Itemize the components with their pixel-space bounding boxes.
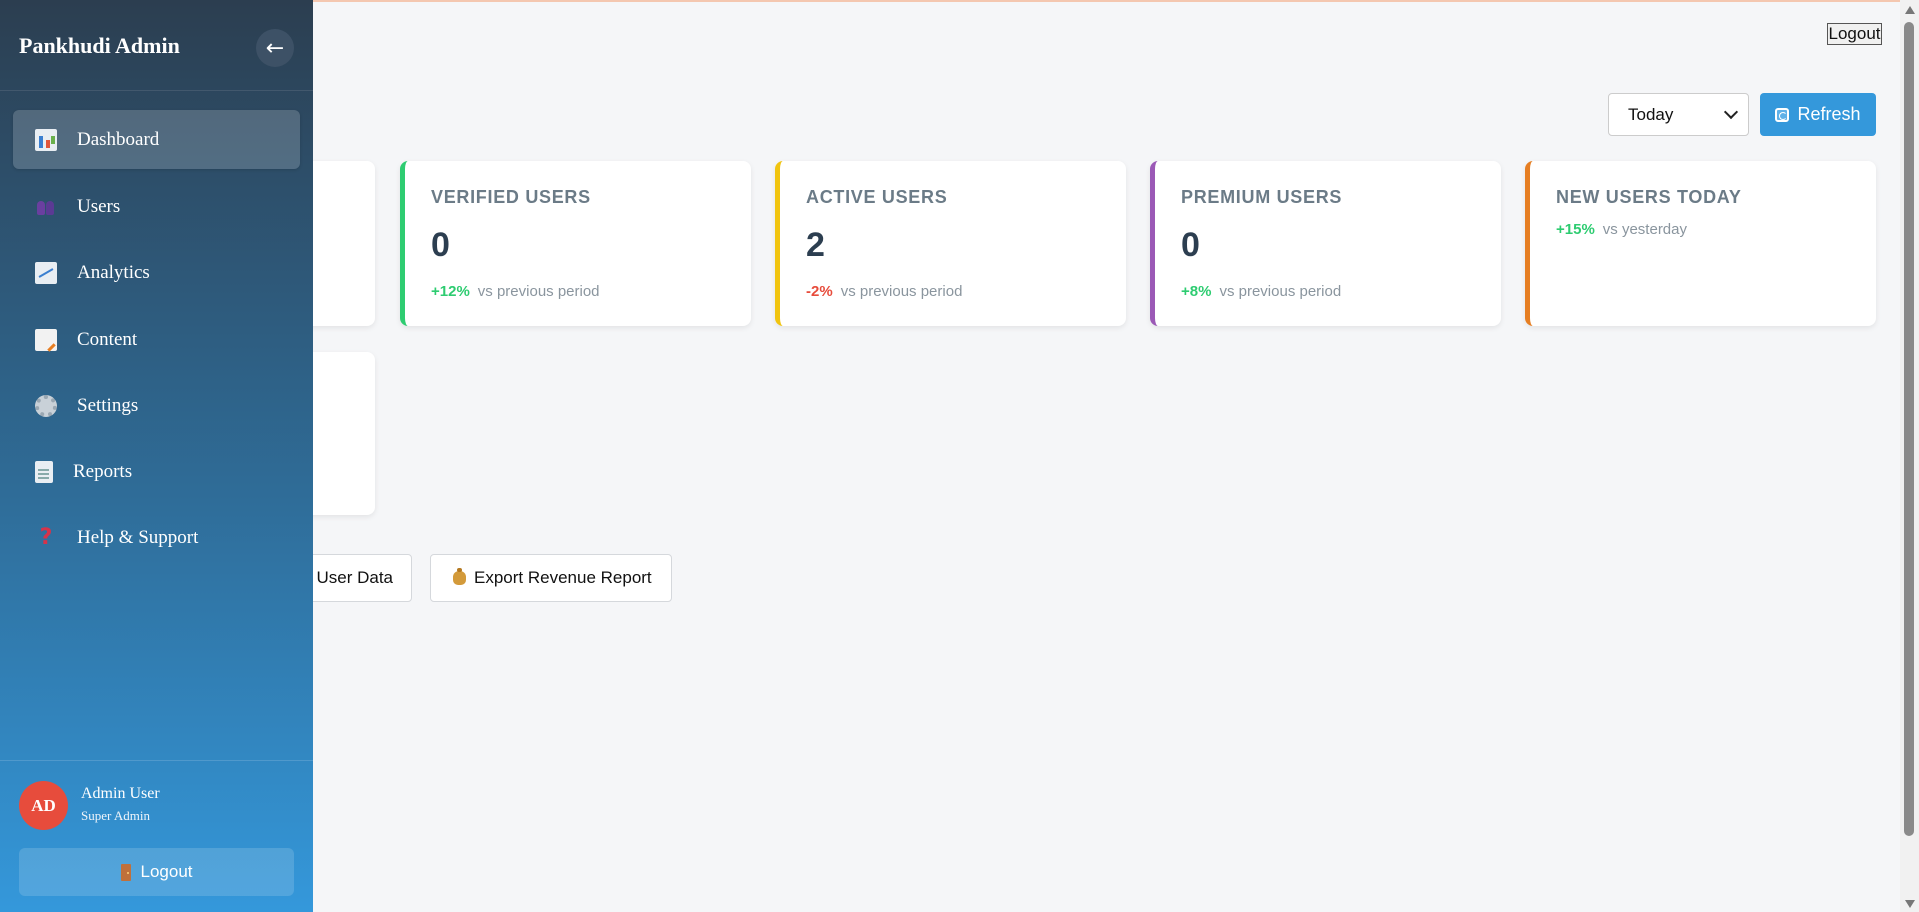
card-label: NEW USERS TODAY [1556,187,1742,207]
card-label: VERIFIED USERS [431,187,591,207]
change-percent: +8% [1181,283,1212,300]
card-value: 2 [806,226,825,264]
card-value: 0 [431,226,450,264]
divider [0,760,313,761]
divider [0,90,313,91]
gear-icon [35,394,57,417]
reports-icon [35,460,53,483]
top-logout-button[interactable]: Logout [1827,23,1882,45]
sidebar-item-help[interactable]: ? Help & Support [13,508,300,567]
card-label: ACTIVE USERS [806,187,948,207]
sidebar-logout-label: Logout [140,862,193,881]
content-icon [35,328,57,351]
export-revenue-report-button[interactable]: Export Revenue Report [430,554,672,602]
sidebar-logout-button[interactable]: Logout [19,848,294,896]
sidebar-collapse-button[interactable]: ← [256,29,294,67]
stat-card-active-users: ACTIVE USERS 2 -2% vs previous period [775,161,1126,326]
user-role: Super Admin [81,808,150,823]
scroll-up-arrow-icon[interactable] [1905,6,1915,14]
avatar: AD [19,781,68,830]
sidebar-item-dashboard[interactable]: Dashboard [13,110,300,169]
period-select[interactable]: Today [1608,93,1749,136]
chevron-down-icon [1723,104,1739,120]
sidebar-item-label: Analytics [77,261,150,283]
change-text: vs previous period [840,283,963,300]
card-change: +15% vs yesterday [1556,221,1687,238]
money-bag-icon [453,568,466,585]
refresh-button[interactable]: Refresh [1760,93,1876,136]
card-value: 0 [1181,226,1200,264]
sidebar-item-label: Help & Support [77,526,199,548]
scroll-thumb[interactable] [1904,22,1914,836]
card-label: PREMIUM USERS [1181,187,1343,207]
sidebar-item-label: Content [77,328,138,350]
users-icon [35,196,57,218]
help-icon: ? [39,524,53,550]
brand-title: Pankhudi Admin [19,33,180,58]
sidebar-item-content[interactable]: Content [13,310,300,369]
sidebar-item-settings[interactable]: Settings [13,376,300,435]
door-icon [120,863,131,881]
change-percent: +12% [431,283,470,300]
page-scrollbar[interactable] [1900,0,1919,912]
change-text: vs yesterday [1602,221,1687,238]
analytics-icon [35,261,57,284]
card-change: -2% vs previous period [806,283,962,300]
sidebar-item-analytics[interactable]: Analytics [13,243,300,302]
scroll-down-arrow-icon[interactable] [1905,900,1915,908]
card-change: +8% vs previous period [1181,283,1341,300]
period-select-value: Today [1628,104,1674,124]
card-change: +12% vs previous period [431,283,600,300]
sidebar: Pankhudi Admin ← Dashboard Users Analyti… [0,0,313,912]
change-text: vs previous period [1219,283,1342,300]
export-revenue-label: Export Revenue Report [474,568,652,587]
sidebar-item-users[interactable]: Users [13,177,300,236]
user-name: Admin User [81,785,160,802]
stat-card-new-users-today: NEW USERS TODAY +15% vs yesterday [1525,161,1876,326]
sidebar-item-label: Reports [73,460,133,482]
change-percent: -2% [806,283,833,300]
sidebar-item-label: Users [77,195,121,217]
refresh-icon [1775,107,1790,122]
sidebar-item-reports[interactable]: Reports [13,442,300,501]
sidebar-item-label: Settings [77,394,139,416]
stat-card-verified-users: VERIFIED USERS 0 +12% vs previous period [400,161,751,326]
change-text: vs previous period [477,283,600,300]
export-user-data-label: User Data [316,568,393,587]
change-percent: +15% [1556,221,1595,238]
sidebar-item-label: Dashboard [77,128,160,150]
refresh-label: Refresh [1797,104,1861,124]
stat-card-premium-users: PREMIUM USERS 0 +8% vs previous period [1150,161,1501,326]
dashboard-icon [35,128,57,151]
